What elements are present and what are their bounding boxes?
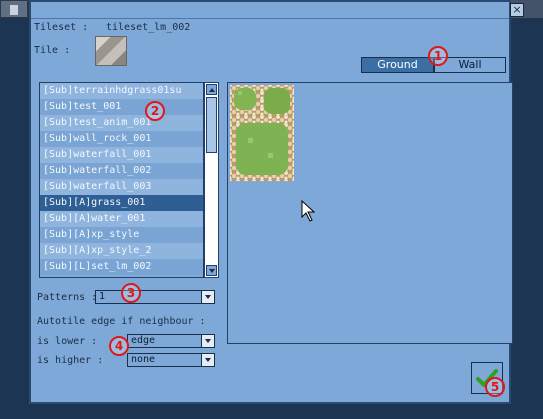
autotile-dialog: × Tileset : tileset_lm_002 Tile : Ground… [29, 0, 524, 404]
list-item[interactable]: [Sub][A]xp_style [40, 227, 203, 243]
dialog-titlebar [31, 2, 509, 19]
is-lower-label: is lower : [37, 336, 98, 347]
chevron-down-icon[interactable] [201, 354, 214, 366]
callout-marker-3: 3 [121, 283, 141, 303]
is-lower-dropdown[interactable]: edge [127, 334, 215, 348]
is-lower-value: edge [131, 335, 156, 346]
list-item[interactable]: [Sub][A]water_001 [40, 211, 203, 227]
scroll-down-button[interactable] [206, 265, 217, 276]
list-item[interactable]: [Sub]test_anim_001 [40, 115, 203, 131]
chevron-down-icon[interactable] [201, 335, 214, 347]
is-higher-value: none [131, 354, 156, 365]
patterns-label: Patterns : [37, 292, 98, 303]
is-higher-dropdown[interactable]: none [127, 353, 215, 367]
tab-ground[interactable]: Ground [361, 57, 434, 73]
list-item[interactable]: [Sub]waterfall_002 [40, 163, 203, 179]
tile-preview-panel[interactable] [227, 82, 513, 344]
list-item[interactable]: [Sub][L]set_lm_002 [40, 259, 203, 275]
scroll-up-button[interactable] [206, 84, 217, 95]
callout-marker-1: 1 [428, 46, 448, 66]
scroll-thumb[interactable] [206, 97, 217, 153]
tile-label: Tile : [34, 45, 71, 56]
callout-marker-2: 2 [145, 101, 165, 121]
list-item[interactable]: [Sub]wall_rock_001 [40, 131, 203, 147]
callout-marker-4: 4 [109, 336, 129, 356]
list-item[interactable]: [Sub]terrainhdgrass01su [40, 83, 203, 99]
list-item[interactable]: [Sub][A]xp_style_2 [40, 243, 203, 259]
chevron-down-icon[interactable] [201, 291, 214, 303]
tileset-label: Tileset : [34, 22, 95, 33]
autotile-list: [Sub]terrainhdgrass01su [Sub]test_001 [Sub… [39, 82, 204, 278]
file-button[interactable] [0, 0, 28, 18]
autotile-preview-image [230, 85, 316, 222]
list-item[interactable]: [Sub]test_001 [40, 99, 203, 115]
file-icon [10, 5, 18, 15]
autotile-edge-label: Autotile edge if neighbour : [37, 316, 206, 327]
list-item[interactable]: [Sub][A]grass_001 [40, 195, 203, 211]
callout-marker-5: 5 [485, 377, 505, 397]
list-item[interactable]: [Sub]waterfall_001 [40, 147, 203, 163]
tileset-name: tileset_lm_002 [106, 22, 191, 33]
tile-thumbnail [95, 36, 127, 66]
mouse-cursor [301, 199, 316, 222]
patterns-dropdown[interactable]: 1 [95, 290, 215, 304]
list-scrollbar[interactable] [204, 82, 219, 278]
patterns-value: 1 [99, 291, 106, 302]
is-higher-label: is higher : [37, 355, 104, 366]
list-item[interactable]: [Sub]waterfall_003 [40, 179, 203, 195]
close-button[interactable]: × [510, 3, 524, 17]
